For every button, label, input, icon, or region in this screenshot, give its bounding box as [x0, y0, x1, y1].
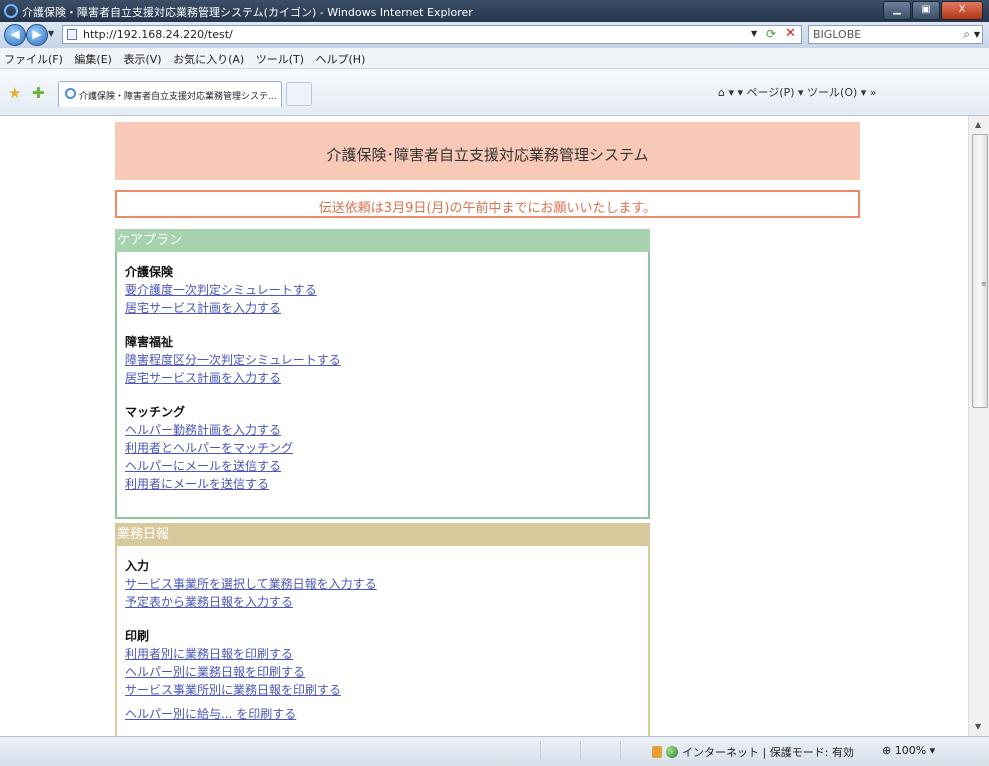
- zoom-level[interactable]: ⊕ 100% ▾: [882, 744, 935, 757]
- menu-tools[interactable]: ツール(T): [256, 51, 304, 67]
- url-dropdown-icon[interactable]: ▼: [751, 29, 757, 38]
- status-bar: インターネット | 保護モード: 有効 ⊕ 100% ▾: [0, 736, 989, 766]
- shogai-section-title: 障害福祉: [125, 335, 174, 349]
- status-divider: [540, 741, 541, 759]
- menu-favorites[interactable]: お気に入り(A): [173, 51, 244, 67]
- menu-edit[interactable]: 編集(E): [74, 51, 112, 67]
- tab-active[interactable]: 介護保険・障害者自立支援対応業務管理システ...: [58, 81, 282, 107]
- page-viewport: 介護保険･障害者自立支援対応業務管理システム 伝送依頼は3月9日(月)の午前中ま…: [0, 116, 968, 736]
- link-kaigo-simulate[interactable]: 要介護度一次判定シミュレートする: [125, 281, 648, 299]
- tab-title: 介護保険・障害者自立支援対応業務管理システ...: [79, 92, 277, 102]
- command-bar[interactable]: ⌂ ▾ ▾ ページ(P) ▾ ツール(O) ▾ »: [718, 84, 877, 100]
- url-input[interactable]: http://192.168.24.220/test/ ▼ ⟳ ✕: [62, 25, 802, 44]
- link-print-by-helper[interactable]: ヘルパー別に業務日報を印刷する: [125, 663, 648, 681]
- status-divider: [580, 741, 581, 759]
- daily-report-heading: 業務日報: [115, 523, 650, 546]
- address-bar: ◀ ▶ ▼ http://192.168.24.220/test/ ▼ ⟳ ✕ …: [0, 22, 989, 48]
- scroll-thumb[interactable]: ≡: [972, 134, 988, 408]
- link-kaigo-service-plan[interactable]: 居宅サービス計画を入力する: [125, 299, 648, 317]
- window-controls: ▁ ▣ X: [882, 1, 983, 20]
- matching-section-title: マッチング: [125, 405, 186, 419]
- link-mail-helper[interactable]: ヘルパーにメールを送信する: [125, 457, 648, 475]
- link-print-by-user[interactable]: 利用者別に業務日報を印刷する: [125, 645, 648, 663]
- system-header: 介護保険･障害者自立支援対応業務管理システム: [115, 122, 860, 180]
- tab-ie-icon: [65, 88, 76, 99]
- refresh-icon[interactable]: ⟳: [766, 27, 776, 41]
- home-icon[interactable]: ⌂: [718, 86, 725, 99]
- scroll-down-icon[interactable]: ▼: [975, 722, 981, 731]
- tab-bar: ★ ✚ 介護保険・障害者自立支援対応業務管理システ... ⌂ ▾ ▾ ページ(P…: [0, 69, 989, 116]
- link-print-by-office[interactable]: サービス事業所別に業務日報を印刷する: [125, 681, 648, 699]
- menu-file[interactable]: ファイル(F): [4, 51, 63, 67]
- link-input-by-office[interactable]: サービス事業所を選択して業務日報を入力する: [125, 575, 648, 593]
- command-bar-items[interactable]: ▾ ▾ ページ(P) ▾ ツール(O) ▾ »: [728, 86, 876, 99]
- daily-report-panel: 業務日報 入力 サービス事業所を選択して業務日報を入力する 予定表から業務日報を…: [115, 523, 650, 736]
- search-icon[interactable]: ⌕: [963, 27, 970, 42]
- link-helper-schedule[interactable]: ヘルパー勤務計画を入力する: [125, 421, 648, 439]
- security-zone[interactable]: インターネット | 保護モード: 有効: [652, 744, 854, 760]
- link-shogai-simulate[interactable]: 障害程度区分一次判定シミュレートする: [125, 351, 648, 369]
- shield-icon: [652, 746, 662, 758]
- notice-text: 伝送依頼は3月9日(月)の午前中までにお願いいたします。: [318, 201, 657, 216]
- grip-icon: ≡: [981, 280, 987, 288]
- ie-logo-icon: [4, 4, 18, 18]
- favorites-star-icon[interactable]: ★: [8, 84, 21, 102]
- menu-help[interactable]: ヘルプ(H): [316, 51, 366, 67]
- search-options-icon[interactable]: ▼: [974, 30, 980, 39]
- add-favorite-icon[interactable]: ✚: [32, 84, 45, 102]
- page-title: 介護保険･障害者自立支援対応業務管理システム: [326, 146, 649, 164]
- search-input[interactable]: BIGLOBE ⌕ ▼: [808, 25, 983, 44]
- zone-text: インターネット | 保護モード: 有効: [682, 746, 854, 759]
- page-icon: [67, 29, 77, 40]
- menu-view[interactable]: 表示(V): [123, 51, 161, 67]
- status-divider: [620, 741, 621, 759]
- careplan-heading: ケアプラン: [115, 229, 650, 252]
- kaigo-section-title: 介護保険: [125, 265, 174, 279]
- stop-icon[interactable]: ✕: [785, 26, 796, 41]
- link-user-helper-matching[interactable]: 利用者とヘルパーをマッチング: [125, 439, 648, 457]
- back-button[interactable]: ◀: [4, 24, 26, 46]
- title-bar: 介護保険・障害者自立支援対応業務管理システム(カイゴン) - Windows I…: [0, 0, 989, 22]
- search-provider-text: BIGLOBE: [813, 28, 862, 41]
- minimize-button[interactable]: ▁: [883, 1, 911, 20]
- new-tab-button[interactable]: [286, 82, 312, 106]
- zoom-icon: ⊕: [882, 744, 892, 757]
- menu-bar: ファイル(F) 編集(E) 表示(V) お気に入り(A) ツール(T) ヘルプ(…: [0, 48, 989, 69]
- print-section-title: 印刷: [125, 629, 150, 643]
- zoom-text: 100%: [894, 744, 927, 757]
- link-mail-user[interactable]: 利用者にメールを送信する: [125, 475, 648, 493]
- link-print-salary[interactable]: ヘルパー別に給与... を印刷する: [125, 705, 648, 723]
- link-shogai-service-plan[interactable]: 居宅サービス計画を入力する: [125, 369, 648, 387]
- maximize-button[interactable]: ▣: [912, 1, 940, 20]
- close-button[interactable]: X: [941, 1, 983, 20]
- input-section-title: 入力: [125, 559, 150, 573]
- recent-pages-dropdown-icon[interactable]: ▼: [48, 29, 54, 38]
- careplan-panel: ケアプラン 介護保険 要介護度一次判定シミュレートする 居宅サービス計画を入力す…: [115, 229, 650, 519]
- link-input-from-schedule[interactable]: 予定表から業務日報を入力する: [125, 593, 648, 611]
- globe-icon: [666, 746, 678, 758]
- scroll-up-icon[interactable]: ▲: [975, 120, 981, 129]
- window-title: 介護保険・障害者自立支援対応業務管理システム(カイゴン) - Windows I…: [22, 6, 473, 19]
- vertical-scrollbar[interactable]: ▲ ≡ ▼: [968, 116, 989, 736]
- url-text: http://192.168.24.220/test/: [83, 28, 233, 41]
- notice-box: 伝送依頼は3月9日(月)の午前中までにお願いいたします。: [115, 190, 860, 218]
- forward-button[interactable]: ▶: [26, 24, 48, 46]
